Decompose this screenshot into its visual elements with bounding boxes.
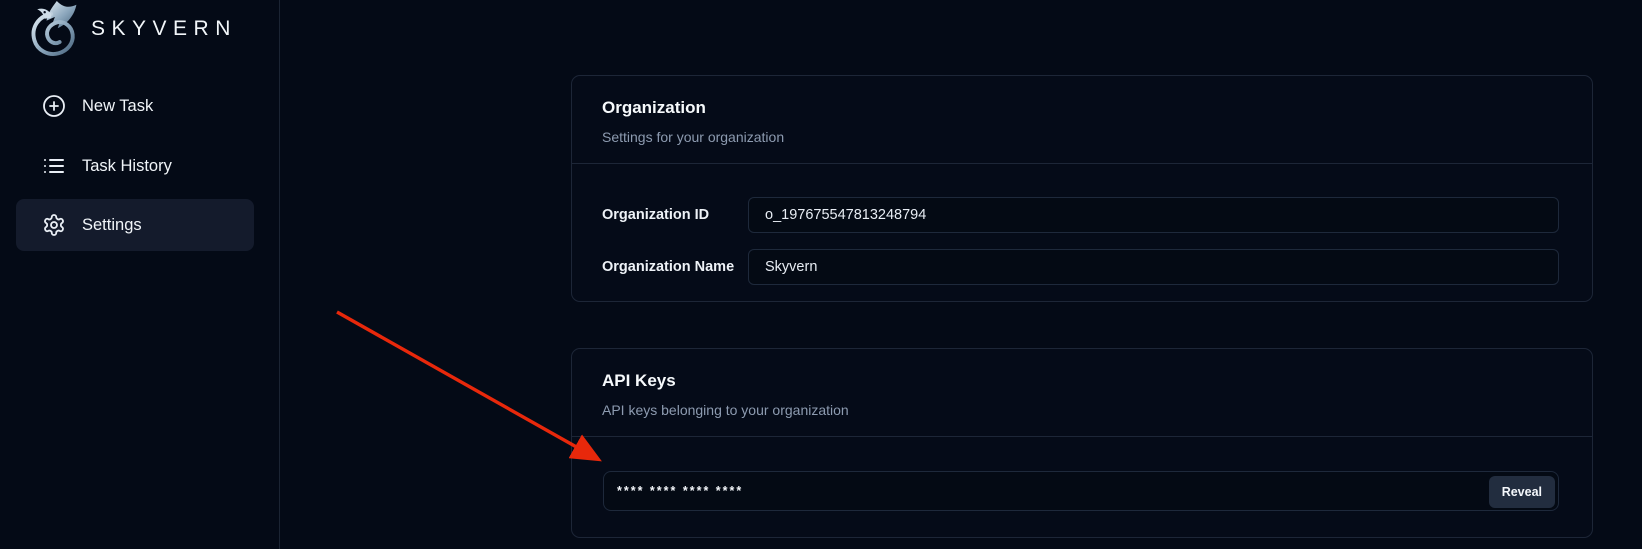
reveal-button[interactable]: Reveal xyxy=(1489,476,1555,508)
gear-icon xyxy=(42,213,66,237)
api-keys-card-header: API Keys API keys belonging to your orga… xyxy=(572,349,1592,437)
sidebar-item-settings[interactable]: Settings xyxy=(16,199,254,251)
sidebar-item-new-task[interactable]: New Task xyxy=(16,80,254,132)
sidebar-item-task-history[interactable]: Task History xyxy=(16,140,254,192)
sidebar-item-label: New Task xyxy=(82,97,153,116)
api-keys-card-subtitle: API keys belonging to your organization xyxy=(602,401,1562,419)
organization-name-label: Organization Name xyxy=(602,259,748,275)
organization-name-row: Organization Name xyxy=(602,249,1559,285)
organization-id-row: Organization ID xyxy=(602,197,1559,233)
organization-id-label: Organization ID xyxy=(602,207,748,223)
list-icon xyxy=(42,154,66,178)
api-key-masked-value: **** **** **** **** xyxy=(617,484,743,498)
organization-card-body: Organization ID Organization Name xyxy=(572,164,1592,285)
organization-card-subtitle: Settings for your organization xyxy=(602,128,1562,146)
dragon-logo-icon xyxy=(26,0,82,58)
annotation-arrow-line xyxy=(337,312,596,458)
sidebar-item-label: Settings xyxy=(82,216,142,235)
circle-plus-icon xyxy=(42,94,66,118)
api-keys-card: API Keys API keys belonging to your orga… xyxy=(571,348,1593,538)
api-key-field[interactable]: **** **** **** **** Reveal xyxy=(603,471,1559,511)
api-keys-card-body: **** **** **** **** Reveal xyxy=(572,437,1592,511)
organization-card-title: Organization xyxy=(602,97,1562,119)
sidebar: SKYVERN New Task Task History Settings xyxy=(0,0,280,549)
logo-wordmark: SKYVERN xyxy=(91,17,237,41)
organization-card: Organization Settings for your organizat… xyxy=(571,75,1593,302)
skyvern-logo[interactable]: SKYVERN xyxy=(26,0,237,58)
organization-name-input[interactable] xyxy=(748,249,1559,285)
api-keys-card-title: API Keys xyxy=(602,370,1562,392)
organization-id-input[interactable] xyxy=(748,197,1559,233)
organization-card-header: Organization Settings for your organizat… xyxy=(572,76,1592,164)
sidebar-item-label: Task History xyxy=(82,157,172,176)
